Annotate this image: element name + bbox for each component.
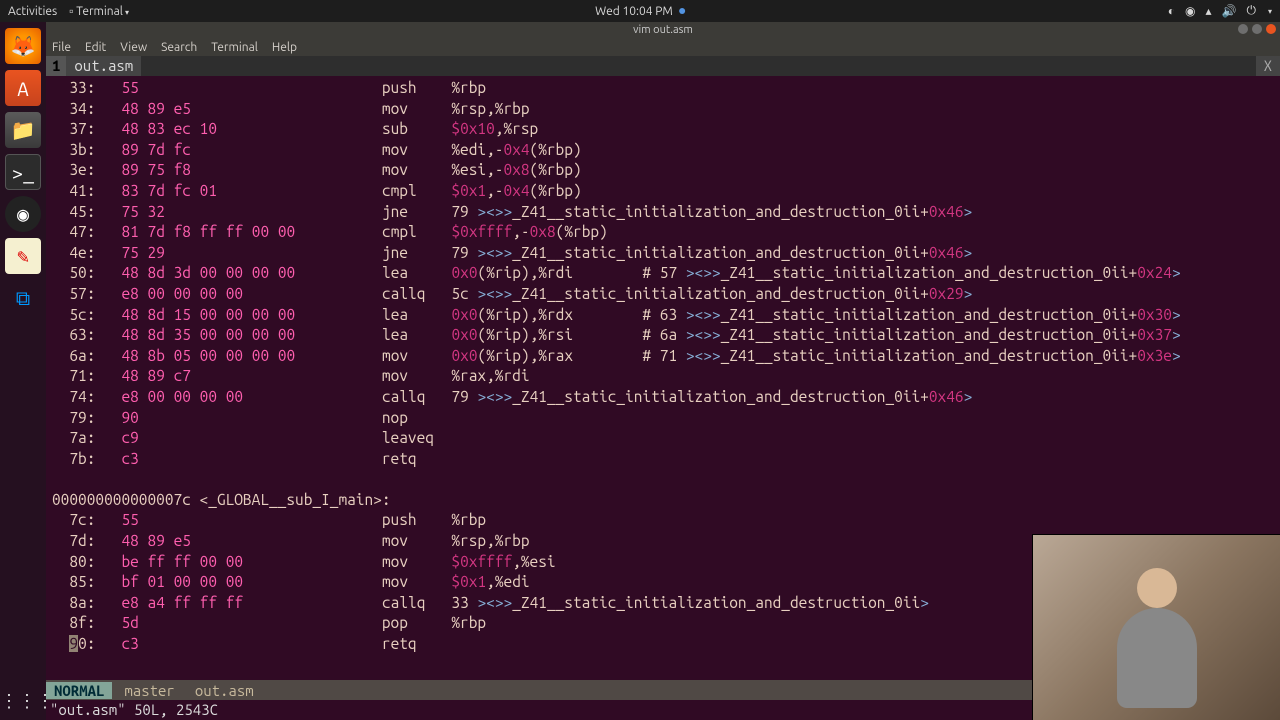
system-menu-arrow[interactable]: ▾ — [1268, 7, 1272, 16]
clock[interactable]: Wed 10:04 PM — [595, 5, 673, 18]
volume-icon[interactable]: 🔊 — [1222, 4, 1237, 18]
activities-button[interactable]: Activities — [8, 5, 57, 18]
dock-vscode[interactable]: ⧉ — [5, 280, 41, 316]
dock-firefox[interactable]: 🦊 — [5, 28, 41, 64]
menu-file[interactable]: File — [52, 41, 71, 54]
power-icon[interactable]: ⏻ — [1246, 4, 1256, 18]
vim-tabline: 1 out.asm X — [46, 56, 1280, 76]
dock-xournal[interactable]: ✎ — [5, 238, 41, 274]
window-close[interactable] — [1266, 24, 1276, 34]
git-branch: master — [112, 682, 186, 699]
gnome-topbar: Activities ▫ Terminal▾ Wed 10:04 PM ◐ ◉ … — [0, 0, 1280, 22]
terminal-menubar: File Edit View Search Terminal Help — [46, 38, 1280, 56]
status-filename: out.asm — [187, 682, 262, 699]
show-applications[interactable]: ⋮⋮⋮ — [0, 691, 46, 712]
vim-mode: NORMAL — [46, 682, 112, 699]
menu-edit[interactable]: Edit — [85, 41, 106, 54]
menu-terminal[interactable]: Terminal — [211, 41, 258, 54]
menu-view[interactable]: View — [120, 41, 147, 54]
dock-software-center[interactable]: A — [5, 70, 41, 106]
tab-number[interactable]: 1 — [46, 56, 66, 76]
window-maximize[interactable] — [1252, 24, 1262, 34]
window-minimize[interactable] — [1238, 24, 1248, 34]
menu-search[interactable]: Search — [161, 41, 197, 54]
webcam-overlay — [1032, 534, 1280, 720]
app-menu[interactable]: ▫ Terminal▾ — [69, 4, 129, 18]
menu-help[interactable]: Help — [272, 41, 297, 54]
window-title: vim out.asm — [633, 24, 693, 36]
notification-dot — [679, 8, 685, 14]
tab-filename[interactable]: out.asm — [66, 56, 141, 76]
tab-close[interactable]: X — [1256, 56, 1280, 76]
appindicator-icon[interactable]: ◐ — [1168, 4, 1175, 18]
network-icon[interactable]: ▴ — [1206, 4, 1212, 18]
obs-tray-icon[interactable]: ◉ — [1185, 4, 1195, 18]
dock-obs[interactable]: ◉ — [5, 196, 41, 232]
dock: 🦊 A 📁 >_ ◉ ✎ ⧉ ⋮⋮⋮ — [0, 22, 46, 720]
webcam-person — [1117, 608, 1197, 708]
dock-terminal[interactable]: >_ — [5, 154, 41, 190]
window-titlebar[interactable]: vim out.asm — [46, 22, 1280, 38]
dock-files[interactable]: 📁 — [5, 112, 41, 148]
